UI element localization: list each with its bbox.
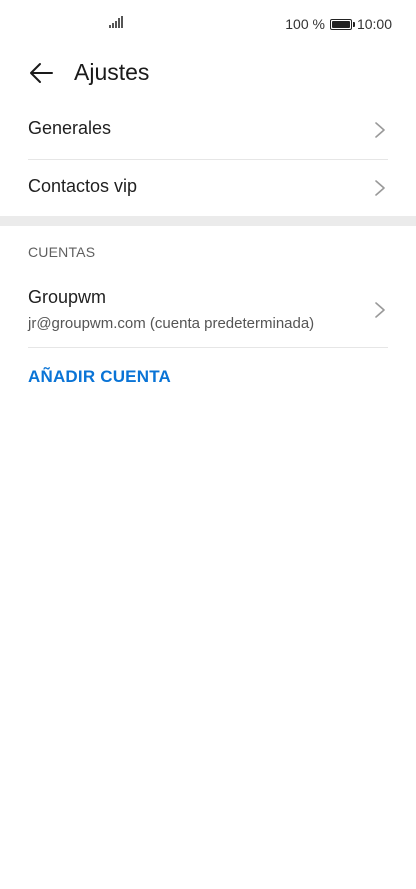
status-time: 10:00 [356, 16, 392, 32]
divider [28, 159, 388, 160]
signal-icon [109, 16, 123, 28]
chevron-right-icon [375, 302, 385, 318]
chevron-right-icon [375, 180, 385, 196]
divider [28, 347, 388, 348]
account-name: Groupwm [28, 287, 107, 307]
settings-item-generales[interactable]: Generales [28, 118, 388, 146]
settings-item-label: Generales [28, 118, 112, 138]
header: Ajustes [0, 52, 416, 94]
account-item-groupwm[interactable]: Groupwm jr@groupwm.com (cuenta predeterm… [28, 287, 388, 339]
chevron-right-icon [375, 122, 385, 138]
arrow-left-icon [30, 63, 53, 83]
battery-percent: 100 % [285, 16, 325, 32]
battery-icon [329, 18, 355, 30]
section-separator [0, 216, 416, 226]
add-account-button[interactable]: AÑADIR CUENTA [28, 367, 171, 387]
settings-item-contactos-vip[interactable]: Contactos vip [28, 176, 388, 204]
status-bar: 100 % 10:00 [0, 0, 416, 48]
back-button[interactable] [24, 56, 58, 90]
status-right: 100 % 10:00 [285, 16, 392, 32]
page-title: Ajustes [74, 59, 150, 85]
settings-item-label: Contactos vip [28, 176, 138, 196]
section-header-accounts: CUENTAS [28, 244, 96, 260]
account-email: jr@groupwm.com (cuenta predeterminada) [28, 315, 315, 332]
settings-screen: 100 % 10:00 Ajustes Generales Contactos … [0, 0, 416, 889]
